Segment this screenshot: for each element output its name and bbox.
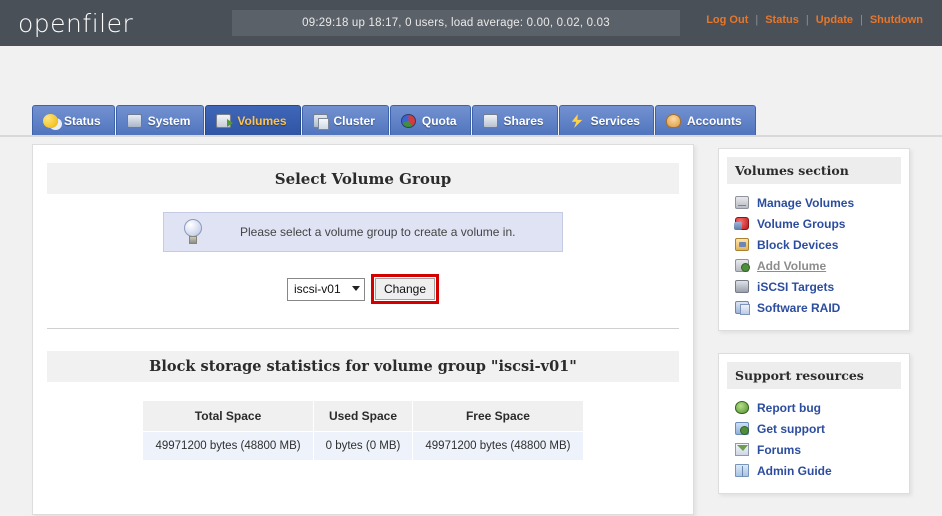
sidebar-item-label[interactable]: Report bug <box>757 401 821 415</box>
tab-accounts[interactable]: Accounts <box>654 105 756 136</box>
add-volume-icon <box>735 259 750 272</box>
table-cell: 0 bytes (0 MB) <box>312 431 414 461</box>
volumes-section-panel: Volumes section Manage Volumes Volume Grou… <box>718 148 910 331</box>
sidebar-item-label[interactable]: Get support <box>757 422 825 436</box>
status-link[interactable]: Status <box>758 14 806 26</box>
table-column-header: Free Space <box>412 400 584 432</box>
user-icon <box>665 114 681 128</box>
volume-group-select-wrapper[interactable]: iscsi-v01 <box>286 277 365 301</box>
table-column-header: Used Space <box>312 400 414 432</box>
table-cell: 49971200 bytes (48800 MB) <box>412 431 584 461</box>
top-header-bar: openfiler 09:29:18 up 18:17, 0 users, lo… <box>0 0 942 46</box>
change-button-highlight: Change <box>370 274 440 304</box>
sidebar-item-add-volume[interactable]: Add Volume <box>727 255 901 276</box>
share-drive-icon <box>482 114 498 128</box>
sidebar-item-iscsi-targets[interactable]: iSCSI Targets <box>727 276 901 297</box>
volume-group-select[interactable]: iscsi-v01 <box>286 277 365 301</box>
tab-system[interactable]: System <box>115 105 205 136</box>
tab-status[interactable]: Status <box>32 105 115 136</box>
tab-label: Accounts <box>686 114 742 128</box>
tab-label: Quota <box>421 114 457 128</box>
sidebar-item-label[interactable]: Admin Guide <box>757 464 832 478</box>
tab-underline-divider <box>0 135 942 137</box>
volume-group-icon <box>734 217 749 230</box>
sidebar-item-manage-volumes[interactable]: Manage Volumes <box>727 192 901 213</box>
admin-guide-icon <box>735 464 749 477</box>
main-navigation-tabs: Status System Volumes Cluster Quota Shares Ser… <box>32 105 756 136</box>
info-tip-text: Please select a volume group to create a… <box>240 225 516 239</box>
right-sidebar: Volumes section Manage Volumes Volume Grou… <box>718 148 910 516</box>
sidebar-item-volume-groups[interactable]: Volume Groups <box>727 213 901 234</box>
info-tip-box: Please select a volume group to create a… <box>163 212 563 252</box>
raid-icon <box>735 301 750 315</box>
update-link[interactable]: Update <box>809 14 860 26</box>
uptime-status-bar: 09:29:18 up 18:17, 0 users, load average… <box>232 10 680 36</box>
tab-label: Status <box>64 114 101 128</box>
tab-label: Volumes <box>237 114 287 128</box>
table-row: 49971200 bytes (48800 MB) 0 bytes (0 MB) 4… <box>142 431 584 461</box>
table-column-header: Total Space <box>142 400 314 432</box>
tab-services[interactable]: Services <box>558 105 654 136</box>
sidebar-item-label[interactable]: iSCSI Targets <box>757 280 834 294</box>
sidebar-item-label[interactable]: Volume Groups <box>757 217 845 231</box>
block-storage-statistics-table: Total Space Used Space Free Space 49971200… <box>142 400 584 461</box>
sidebar-item-admin-guide[interactable]: Admin Guide <box>727 460 901 481</box>
sidebar-item-label[interactable]: Manage Volumes <box>757 196 854 210</box>
tab-label: Services <box>590 114 640 128</box>
block-storage-statistics-heading: Block storage statistics for volume grou… <box>47 351 679 382</box>
tab-label: System <box>147 114 191 128</box>
sidebar-item-software-raid[interactable]: Software RAID <box>727 297 901 318</box>
sidebar-item-label[interactable]: Software RAID <box>757 301 840 315</box>
pie-chart-icon <box>400 114 416 128</box>
sidebar-item-forums[interactable]: Forums <box>727 439 901 460</box>
lightbulb-icon <box>182 219 204 245</box>
sidebar-item-report-bug[interactable]: Report bug <box>727 397 901 418</box>
volume-group-controls: iscsi-v01 Change <box>47 274 679 304</box>
table-header-row: Total Space Used Space Free Space <box>142 400 584 432</box>
sidebar-item-label[interactable]: Block Devices <box>757 238 838 252</box>
sidebar-item-label[interactable]: Add Volume <box>757 259 826 273</box>
monitor-icon <box>126 114 142 128</box>
log-out-link[interactable]: Log Out <box>699 14 755 26</box>
support-resources-panel: Support resources Report bug Get support Fo… <box>718 353 910 494</box>
tab-label: Cluster <box>333 114 375 128</box>
tab-cluster[interactable]: Cluster <box>301 105 389 136</box>
block-device-icon <box>735 238 749 251</box>
section-divider <box>47 328 679 329</box>
main-content-panel: Select Volume Group Please select a volu… <box>32 144 694 515</box>
sidebar-item-get-support[interactable]: Get support <box>727 418 901 439</box>
select-volume-group-heading: Select Volume Group <box>47 163 679 194</box>
openfiler-logo: openfiler <box>18 8 134 38</box>
tab-volumes[interactable]: Volumes <box>205 105 301 136</box>
table-cell: 49971200 bytes (48800 MB) <box>142 431 314 461</box>
sidebar-item-block-devices[interactable]: Block Devices <box>727 234 901 255</box>
panel-title: Support resources <box>727 362 901 389</box>
sun-cloud-icon <box>43 114 58 128</box>
shutdown-link[interactable]: Shutdown <box>863 14 930 26</box>
support-icon <box>735 422 749 435</box>
lightning-icon <box>571 114 583 128</box>
tab-label: Shares <box>503 114 544 128</box>
forum-icon <box>735 443 749 456</box>
bug-icon <box>735 401 749 414</box>
iscsi-target-icon <box>735 280 749 293</box>
panel-title: Volumes section <box>727 157 901 184</box>
drive-icon <box>735 196 749 209</box>
volume-disk-icon <box>216 114 234 128</box>
servers-icon <box>312 114 329 130</box>
tab-quota[interactable]: Quota <box>389 105 471 136</box>
change-button[interactable]: Change <box>374 278 436 300</box>
header-links: Log Out | Status | Update | Shutdown <box>699 14 930 26</box>
sidebar-item-label[interactable]: Forums <box>757 443 801 457</box>
tab-shares[interactable]: Shares <box>471 105 558 136</box>
